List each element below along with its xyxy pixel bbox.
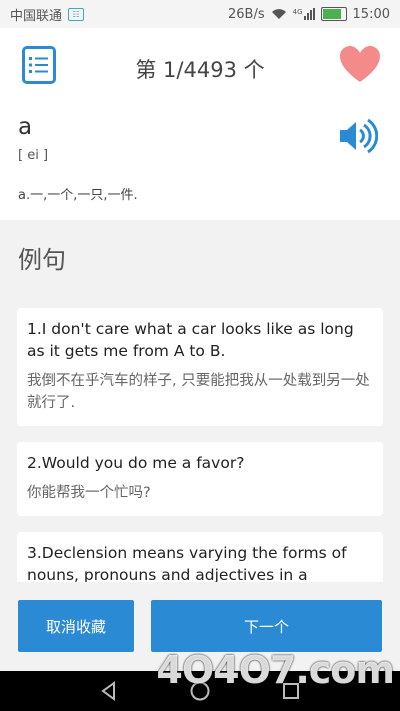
example-english: 2.Would you do me a favor?: [27, 454, 245, 472]
examples-title: 例句: [18, 246, 66, 274]
signal-icon: 4G: [293, 8, 315, 20]
example-card: 1.I don't care what a car looks like as …: [17, 308, 383, 426]
clock: 15:00: [352, 6, 390, 22]
heart-icon: [340, 46, 380, 82]
example-chinese: 你能帮我一个忙吗?: [27, 485, 151, 501]
example-card: 2.Would you do me a favor? 你能帮我一个忙吗?: [17, 442, 383, 516]
examples-list[interactable]: 1.I don't care what a car looks like as …: [17, 308, 383, 582]
word-panel: a [ ei ] a.一,一个,一只,一件.: [0, 108, 400, 220]
example-english: 3.Declension means varying the forms of …: [27, 544, 347, 582]
word-text: a: [18, 114, 33, 140]
signal-bar: [312, 8, 315, 20]
watermark-logo: 4O4O7.com: [156, 648, 395, 692]
header-bar: 第 1/4493 个: [0, 28, 400, 108]
word-meaning: a.一,一个,一只,一件.: [18, 188, 138, 203]
signal-bar: [306, 13, 309, 20]
wifi-icon: [271, 9, 286, 19]
example-chinese: 我倒不在乎汽车的样子, 只要能把我从一处载到另一处就行了.: [27, 373, 370, 411]
carrier-label: 中国联通: [10, 8, 63, 24]
battery-icon: [320, 7, 347, 21]
favorite-button[interactable]: [338, 44, 382, 84]
phonetic-text: [ ei ]: [18, 148, 49, 163]
status-bar: 中国联通 ☷ 26B/s 4G 15:00: [0, 0, 400, 28]
speaker-icon: [340, 118, 379, 154]
signal-type: 4G: [292, 8, 303, 16]
example-card: 3.Declension means varying the forms of …: [17, 532, 383, 582]
network-speed: 26B/s: [228, 6, 265, 22]
example-english: 1.I don't care what a car looks like as …: [27, 320, 354, 360]
sim-icon: ☷: [68, 7, 85, 21]
signal-bar: [309, 10, 312, 20]
signal-bar: [303, 16, 306, 20]
back-icon[interactable]: [99, 681, 119, 701]
pronounce-button[interactable]: [338, 118, 379, 158]
unfavorite-button[interactable]: 取消收藏: [18, 600, 134, 652]
next-button[interactable]: 下一个: [151, 600, 382, 652]
